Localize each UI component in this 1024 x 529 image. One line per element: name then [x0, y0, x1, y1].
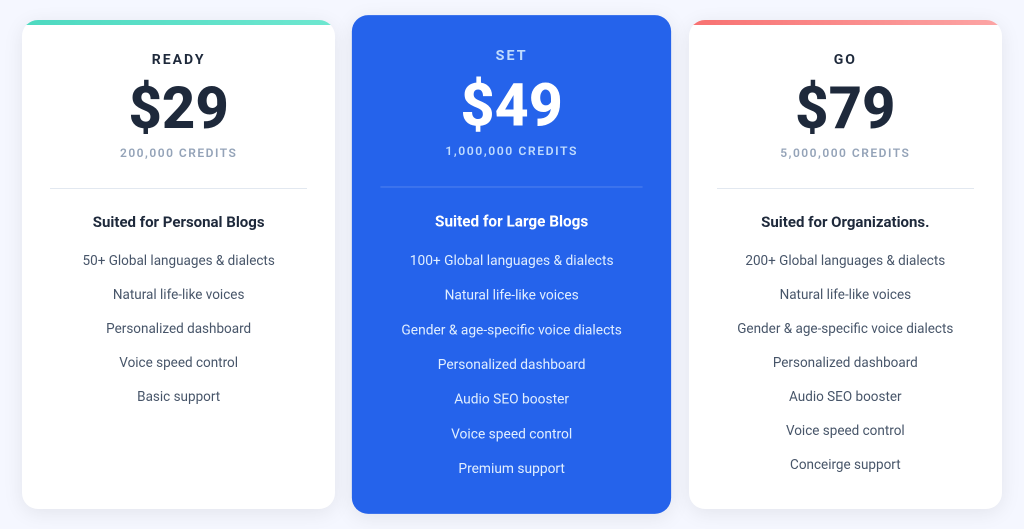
list-item: Natural life-like voices [381, 283, 643, 307]
list-item: Voice speed control [381, 422, 643, 446]
list-item: Voice speed control [717, 419, 974, 443]
plan-card-ready[interactable]: READY $29 200,000 CREDITS Suited for Person… [22, 20, 335, 509]
plan-card-go[interactable]: GO $79 5,000,000 CREDITS Suited for Organiz… [689, 20, 1002, 509]
list-item: Voice speed control [50, 351, 307, 375]
list-item: 100+ Global languages & dialects [381, 249, 643, 273]
plan-price-go: $79 [795, 80, 895, 138]
plan-credits-set: 1,000,000 CREDITS [446, 144, 579, 158]
features-list-ready: 50+ Global languages & dialects Natural l… [50, 249, 307, 409]
plan-name-ready: READY [152, 52, 206, 68]
plan-price-set: $49 [461, 76, 563, 135]
plan-card-set[interactable]: SET $49 1,000,000 CREDITS Suited for Large … [352, 15, 672, 514]
plan-price-ready: $29 [128, 80, 228, 138]
plan-tagline-ready: Suited for Personal Blogs [93, 213, 265, 231]
list-item: Premium support [381, 457, 643, 481]
list-item: Natural life-like voices [50, 283, 307, 307]
plan-credits-go: 5,000,000 CREDITS [780, 146, 910, 160]
plan-tagline-go: Suited for Organizations. [761, 213, 929, 231]
divider-set [381, 186, 643, 187]
pricing-container: READY $29 200,000 CREDITS Suited for Person… [22, 20, 1002, 509]
features-list-set: 100+ Global languages & dialects Natural … [381, 249, 643, 482]
list-item: Personalized dashboard [50, 317, 307, 341]
list-item: Personalized dashboard [717, 351, 974, 375]
list-item: Conceirge support [717, 453, 974, 477]
divider-go [717, 188, 974, 189]
list-item: Natural life-like voices [717, 283, 974, 307]
list-item: Gender & age-specific voice dialects [717, 317, 974, 341]
list-item: Gender & age-specific voice dialects [381, 318, 643, 342]
plan-name-set: SET [496, 48, 528, 64]
list-item: Audio SEO booster [717, 385, 974, 409]
divider-ready [50, 188, 307, 189]
features-list-go: 200+ Global languages & dialects Natural … [717, 249, 974, 477]
plan-tagline-set: Suited for Large Blogs [435, 212, 588, 230]
plan-name-go: GO [834, 52, 857, 68]
list-item: Basic support [50, 385, 307, 409]
list-item: 50+ Global languages & dialects [50, 249, 307, 273]
plan-credits-ready: 200,000 CREDITS [120, 146, 237, 160]
list-item: 200+ Global languages & dialects [717, 249, 974, 273]
list-item: Personalized dashboard [381, 353, 643, 377]
list-item: Audio SEO booster [381, 387, 643, 411]
